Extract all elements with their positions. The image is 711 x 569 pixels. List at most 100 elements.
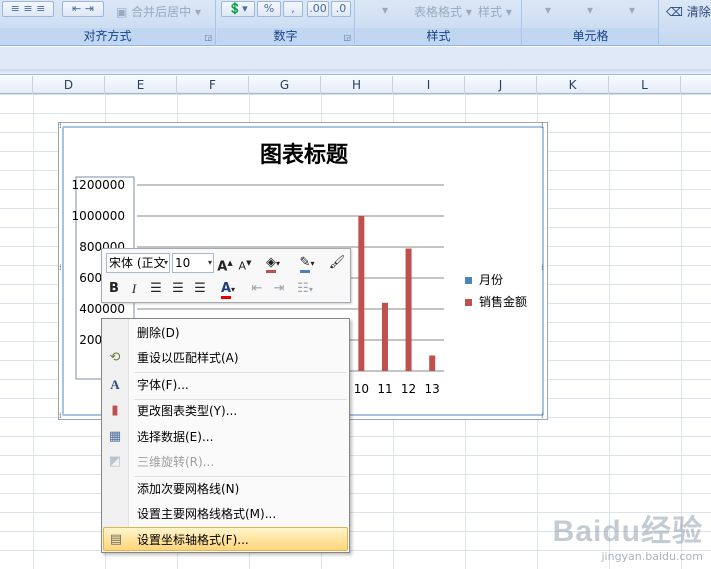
- menu-item-change-chart-type[interactable]: ▮ 更改图表类型(Y)...: [103, 399, 348, 423]
- legend-swatch-month: [465, 277, 472, 284]
- column-header-k[interactable]: K: [537, 76, 609, 94]
- column-header-l[interactable]: L: [609, 76, 681, 94]
- number-launcher-icon[interactable]: ◲: [343, 33, 351, 42]
- reset-style-icon: ⟲: [109, 350, 121, 365]
- increase-indent-button[interactable]: ⇥: [270, 279, 288, 299]
- brush-icon: 🖌: [328, 255, 346, 270]
- conditional-format-button[interactable]: ▾: [382, 3, 388, 17]
- font-color-button[interactable]: A▾: [214, 279, 242, 299]
- legend-item-month[interactable]: 月份: [465, 269, 527, 291]
- column-header-j[interactable]: J: [465, 76, 537, 94]
- menu-item-label: 添加次要网格线(N): [137, 482, 240, 496]
- menu-item-add-minor-gridlines[interactable]: 添加次要网格线(N): [103, 477, 348, 501]
- cells-group-label: 单元格: [523, 28, 658, 44]
- legend-item-sales[interactable]: 销售金额: [465, 291, 527, 313]
- shrink-font-button[interactable]: A▼: [237, 253, 253, 273]
- alignment-group-label: 对齐方式: [0, 28, 215, 44]
- column-header-f[interactable]: F: [177, 76, 249, 94]
- bars[interactable]: [358, 216, 436, 372]
- font-name-combo[interactable]: 宋体 (正文 ▾: [106, 253, 170, 273]
- alignment-group: ≡ ≡ ≡ ⇤ ⇥ ▣ 合并后居中 ▾ 对齐方式 ◲: [0, 0, 216, 46]
- bar-13[interactable]: [429, 355, 436, 372]
- column-header-d[interactable]: D: [33, 76, 105, 94]
- delete-cells-button[interactable]: ▾: [587, 3, 593, 17]
- mini-toolbar: 宋体 (正文 ▾ 10 ▾ A▲ A▼ ◈▾ ✎▾ 🖌 B I ☰ ☰ ☰ A▾…: [101, 248, 351, 303]
- grow-font-button[interactable]: A▲: [217, 253, 233, 275]
- styles-group: ▾ 表格格式 ▾ 样式 ▾ 样式: [356, 0, 522, 46]
- ribbon: ≡ ≡ ≡ ⇤ ⇥ ▣ 合并后居中 ▾ 对齐方式 ◲ 💲▾ % , .00 .0…: [0, 0, 711, 46]
- legend[interactable]: 月份 销售金额: [465, 269, 527, 313]
- table-format-label: 表格格式: [414, 5, 463, 19]
- menu-item-format-axis[interactable]: ▤ 设置坐标轴格式(F)...: [103, 527, 348, 551]
- font-size-value: 10: [175, 256, 191, 270]
- decrease-decimal-button[interactable]: .0: [331, 1, 351, 17]
- align-right-icon: ☰: [194, 281, 206, 296]
- alignment-launcher-icon[interactable]: ◲: [204, 33, 212, 42]
- eraser-icon: ⌫: [666, 5, 683, 19]
- shrink-font-label: A: [238, 259, 247, 273]
- font-size-combo[interactable]: 10 ▾: [172, 253, 214, 273]
- legend-label-month: 月份: [479, 273, 504, 287]
- align-left-button[interactable]: ☰: [148, 279, 164, 299]
- format-cells-button[interactable]: ▾: [629, 3, 635, 17]
- column-header-i[interactable]: I: [393, 76, 465, 94]
- indent-buttons[interactable]: ⇤ ⇥: [62, 1, 104, 17]
- line-color-button[interactable]: ✎▾: [294, 253, 320, 273]
- bar-10[interactable]: [358, 216, 365, 371]
- y-tick-label[interactable]: 1000000: [72, 209, 125, 223]
- x-tick-label[interactable]: 13: [425, 382, 440, 396]
- align-right-button[interactable]: ☰: [192, 279, 208, 299]
- menu-item-3d-rotation[interactable]: ◩ 三维旋转(R)...: [103, 450, 348, 474]
- font-color-label: A: [220, 281, 232, 299]
- x-tick-label[interactable]: 11: [377, 382, 392, 396]
- align-center-button[interactable]: ☰: [170, 279, 186, 299]
- increase-decimal-button[interactable]: .00: [307, 1, 329, 17]
- y-tick-label[interactable]: 1200000: [72, 178, 125, 192]
- bullets-button[interactable]: ☷▾: [292, 279, 318, 299]
- fill-color-button[interactable]: ◈▾: [260, 253, 286, 273]
- decrease-indent-button[interactable]: ⇤: [248, 279, 266, 299]
- cell-style-button[interactable]: 样式 ▾: [478, 3, 512, 20]
- merge-center-button[interactable]: ▣ 合并后居中 ▾: [116, 3, 201, 20]
- menu-item-delete[interactable]: 删除(D): [103, 321, 348, 345]
- y-tick-label[interactable]: 400000: [79, 302, 125, 316]
- merge-icon: ▣: [116, 5, 132, 19]
- menu-item-label: 更改图表类型(Y)...: [137, 404, 238, 418]
- currency-button[interactable]: 💲▾: [221, 1, 255, 17]
- chevron-down-icon[interactable]: ▾: [164, 254, 168, 272]
- column-header-partial[interactable]: [0, 76, 33, 94]
- italic-button[interactable]: I: [126, 279, 142, 299]
- comma-button[interactable]: ,: [283, 1, 303, 17]
- bold-button[interactable]: B: [106, 279, 122, 299]
- menu-item-label: 三维旋转(R)...: [137, 455, 215, 469]
- column-header-h[interactable]: H: [321, 76, 393, 94]
- bar-12[interactable]: [405, 248, 412, 371]
- category-axis-labels[interactable]: 10 11 12 13: [354, 382, 440, 396]
- bar-11[interactable]: [381, 302, 388, 371]
- insert-cells-button[interactable]: ▾: [545, 3, 551, 17]
- menu-item-label: 重设以匹配样式(A): [137, 351, 239, 365]
- clear-label: 清除: [686, 5, 711, 19]
- menu-item-select-data[interactable]: ▦ 选择数据(E)...: [103, 425, 348, 449]
- clear-button[interactable]: ⌫ 清除: [666, 3, 711, 20]
- chevron-down-icon[interactable]: ▾: [208, 254, 212, 272]
- menu-item-reset-style[interactable]: ⟲ 重设以匹配样式(A): [103, 346, 348, 370]
- align-buttons[interactable]: ≡ ≡ ≡: [2, 1, 54, 17]
- menu-item-font[interactable]: A 字体(F)...: [103, 373, 348, 397]
- grow-font-label: A: [217, 259, 228, 275]
- menu-item-label: 删除(D): [137, 326, 180, 340]
- percent-button[interactable]: %: [257, 1, 281, 17]
- number-group-label: 数字: [217, 28, 354, 44]
- editing-group: ⌫ 清除: [660, 0, 711, 46]
- x-tick-label[interactable]: 12: [401, 382, 416, 396]
- select-data-icon: ▦: [108, 429, 122, 444]
- table-format-button[interactable]: 表格格式 ▾: [414, 3, 472, 20]
- excel-window: ≡ ≡ ≡ ⇤ ⇥ ▣ 合并后居中 ▾ 对齐方式 ◲ 💲▾ % , .00 .0…: [0, 0, 711, 569]
- format-painter-button[interactable]: 🖌: [328, 253, 346, 273]
- menu-item-format-major-gridlines[interactable]: 设置主要网格线格式(M)...: [103, 502, 348, 526]
- x-tick-label[interactable]: 10: [354, 382, 369, 396]
- watermark-url: jingyan.baidu.com: [601, 550, 703, 563]
- formula-bar-splitter[interactable]: [0, 69, 711, 75]
- column-header-g[interactable]: G: [249, 76, 321, 94]
- column-header-e[interactable]: E: [105, 76, 177, 94]
